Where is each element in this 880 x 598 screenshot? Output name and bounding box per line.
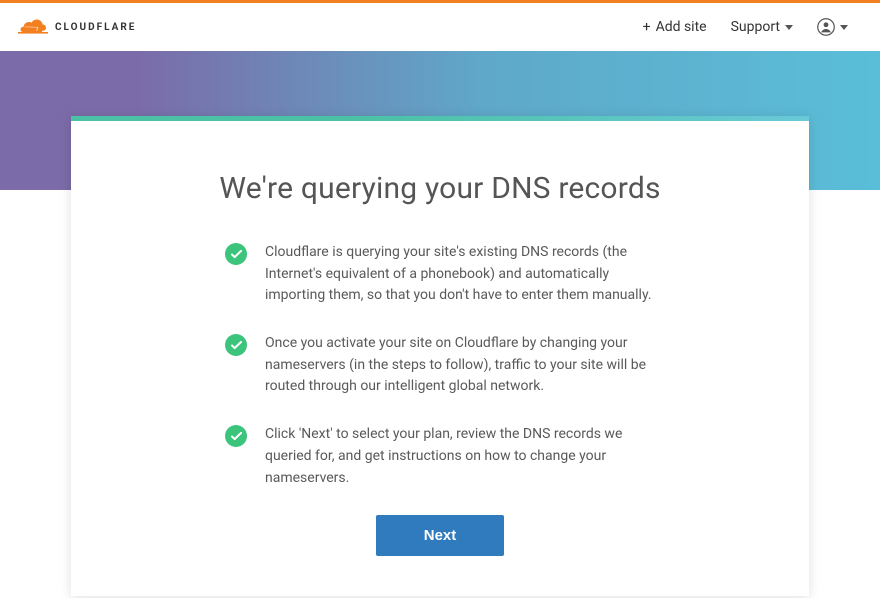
step-text: Cloudflare is querying your site's exist… (265, 242, 655, 307)
chevron-down-icon (785, 25, 793, 30)
cloud-icon (15, 17, 51, 37)
next-button[interactable]: Next (376, 515, 505, 556)
user-icon (817, 18, 835, 36)
support-menu[interactable]: Support (719, 11, 805, 43)
add-site-label: Add site (656, 19, 707, 35)
onboarding-card: We're querying your DNS records Cloudfla… (71, 116, 809, 596)
card-title: We're querying your DNS records (135, 171, 745, 206)
account-menu[interactable] (805, 10, 860, 44)
top-nav: CLOUDFLARE + Add site Support (0, 3, 880, 51)
add-site-button[interactable]: + Add site (631, 11, 719, 43)
plus-icon: + (643, 19, 651, 35)
chevron-down-icon (840, 25, 848, 30)
step-list: Cloudflare is querying your site's exist… (225, 242, 655, 489)
step-text: Once you activate your site on Cloudflar… (265, 333, 655, 398)
cloudflare-logo[interactable]: CLOUDFLARE (15, 17, 136, 37)
step-item: Cloudflare is querying your site's exist… (225, 242, 655, 307)
brand-name: CLOUDFLARE (55, 22, 136, 33)
support-label: Support (731, 19, 780, 35)
check-icon (225, 425, 247, 447)
step-text: Click 'Next' to select your plan, review… (265, 424, 655, 489)
step-item: Click 'Next' to select your plan, review… (225, 424, 655, 489)
step-item: Once you activate your site on Cloudflar… (225, 333, 655, 398)
check-icon (225, 243, 247, 265)
check-icon (225, 334, 247, 356)
